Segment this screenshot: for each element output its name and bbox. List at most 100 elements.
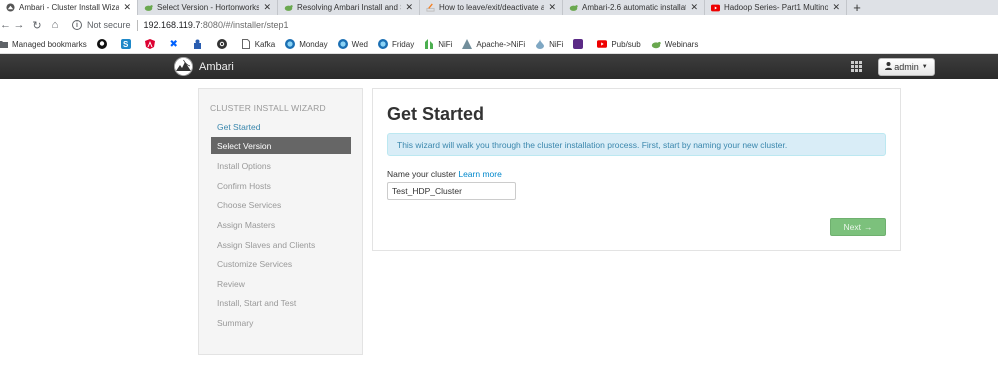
bookmark-label: Monday <box>299 39 328 49</box>
hortonworks-icon <box>569 3 578 12</box>
brand[interactable]: Ambari <box>174 57 234 76</box>
bookmark-friday[interactable]: Friday <box>377 39 414 49</box>
url-field[interactable]: 192.168.119.7:8080/#/installer/step1 <box>144 20 289 30</box>
browser-tab-stackoverflow[interactable]: How to leave/exit/deactivate a p ✕ <box>420 0 563 15</box>
reload-icon[interactable]: ↻ <box>28 15 46 35</box>
ambari-navbar: Ambari admin ▼ <box>0 54 998 79</box>
info-alert: This wizard will walk you through the cl… <box>387 133 886 156</box>
step-review: Review <box>217 278 245 289</box>
forward-arrow-icon[interactable]: → <box>10 15 28 35</box>
home-icon[interactable]: ⌂ <box>46 15 64 35</box>
close-icon[interactable]: ✕ <box>123 2 131 13</box>
browser-tab-select-version[interactable]: Select Version - Hortonworks Da ✕ <box>138 0 278 15</box>
step-summary: Summary <box>217 317 254 328</box>
wizard-title: CLUSTER INSTALL WIZARD <box>210 103 326 113</box>
admin-label: admin <box>894 62 919 72</box>
admin-menu-button[interactable]: admin ▼ <box>878 58 935 76</box>
new-tab-button[interactable]: + <box>847 0 867 15</box>
back-arrow-icon[interactable]: ← <box>0 15 11 35</box>
folder-icon <box>0 39 8 49</box>
divider <box>136 19 138 31</box>
bookmark-pubsub[interactable]: Pub/sub <box>597 39 641 49</box>
stackoverflow-icon <box>426 3 435 12</box>
step-assign-masters: Assign Masters <box>217 219 276 230</box>
purple-icon <box>573 39 584 49</box>
bookmark-skype[interactable]: S <box>120 39 135 49</box>
hortonworks-icon <box>651 39 661 49</box>
ambari-logo-icon <box>174 57 193 76</box>
close-icon[interactable]: ✕ <box>405 2 413 13</box>
camera-icon <box>216 39 227 49</box>
tab-title: Ambari-2.6 automatic installati <box>582 3 687 12</box>
globe-icon <box>285 39 296 49</box>
github-icon <box>96 39 107 49</box>
nifi-icon <box>424 39 434 49</box>
bookmark-puzzle[interactable] <box>193 39 207 49</box>
next-button[interactable]: Next → <box>830 218 886 236</box>
page-icon <box>241 39 251 49</box>
close-icon[interactable]: ✕ <box>832 2 840 13</box>
step-choose-services: Choose Services <box>217 199 282 210</box>
bookmark-label: Pub/sub <box>611 39 641 49</box>
angular-icon <box>144 39 155 49</box>
nifi-icon <box>462 39 473 49</box>
step-confirm-hosts: Confirm Hosts <box>217 180 271 191</box>
bookmark-apache-nifi[interactable]: Apache->NiFi <box>462 39 525 49</box>
close-icon[interactable]: ✕ <box>548 2 556 13</box>
globe-icon <box>377 39 388 49</box>
url-host: 192.168.119.7 <box>143 20 201 30</box>
step-select-version[interactable]: Select Version <box>211 137 351 154</box>
next-label: Next <box>843 222 861 232</box>
bookmark-label: Kafka <box>254 39 276 49</box>
cluster-name-input[interactable] <box>387 182 516 200</box>
learn-more-link[interactable]: Learn more <box>458 169 501 179</box>
browser-tab-ambari-automatic[interactable]: Ambari-2.6 automatic installati ✕ <box>563 0 705 15</box>
bookmark-label: Webinars <box>664 39 699 49</box>
bookmark-label: NiFi <box>438 39 453 49</box>
cluster-name-label-text: Name your cluster <box>387 169 456 179</box>
bookmark-dropbox[interactable]: ✖ <box>169 38 183 50</box>
caret-down-icon: ▼ <box>921 64 928 70</box>
bookmark-nifi-2[interactable]: NiFi <box>535 39 563 49</box>
bookmark-label: Apache->NiFi <box>476 39 526 49</box>
bookmark-monday[interactable]: Monday <box>285 39 328 49</box>
browser-tab-ambari[interactable]: Ambari - Cluster Install Wizard ✕ <box>0 0 138 15</box>
wizard-sidebar: CLUSTER INSTALL WIZARD Get Started Selec… <box>198 88 363 355</box>
bookmark-purple[interactable] <box>573 39 587 49</box>
security-label: Not secure <box>87 20 131 30</box>
step-get-started[interactable]: Get Started <box>211 118 351 135</box>
bookmark-wed[interactable]: Wed <box>337 39 368 49</box>
puzzle-icon <box>193 39 203 49</box>
address-bar: ← → ↻ ⌂ i Not secure 192.168.119.7:8080/… <box>0 15 998 35</box>
info-icon: i <box>72 20 82 30</box>
nifi-drop-icon <box>535 39 545 49</box>
browser-tab-resolving-ambari[interactable]: Resolving Ambari Install and Set ✕ <box>278 0 420 15</box>
bookmark-webinars[interactable]: Webinars <box>651 39 699 49</box>
bookmark-nifi[interactable]: NiFi <box>424 39 452 49</box>
bookmark-github[interactable] <box>96 39 111 49</box>
browser-tab-hadoop-series[interactable]: Hadoop Series- Part1 Multinode ✕ <box>705 0 847 15</box>
views-grid-icon[interactable] <box>851 61 862 72</box>
bookmarks-bar: Managed bookmarks S ✖ Kafka Monday Wed F… <box>0 35 998 54</box>
globe-icon <box>337 39 348 49</box>
bookmark-kafka[interactable]: Kafka <box>241 39 275 49</box>
bookmark-managed[interactable]: Managed bookmarks <box>0 39 87 49</box>
site-info[interactable]: i Not secure <box>72 20 131 30</box>
close-icon[interactable]: ✕ <box>263 2 271 13</box>
bookmark-angular[interactable] <box>144 39 159 49</box>
tab-title: Resolving Ambari Install and Set <box>297 3 402 12</box>
cluster-name-label: Name your cluster Learn more <box>387 169 502 179</box>
step-install-options: Install Options <box>217 160 271 171</box>
bookmark-label: Wed <box>351 39 368 49</box>
hortonworks-icon <box>284 3 293 12</box>
bookmark-label: NiFi <box>549 39 564 49</box>
brand-name: Ambari <box>199 60 234 73</box>
bookmark-camera[interactable] <box>216 39 231 49</box>
close-icon[interactable]: ✕ <box>690 2 698 13</box>
youtube-icon <box>597 39 608 49</box>
user-icon <box>885 62 893 72</box>
dropbox-icon: ✖ <box>169 38 178 50</box>
skype-icon: S <box>120 39 131 49</box>
tab-title: Ambari - Cluster Install Wizard <box>19 3 120 12</box>
step-customize-services: Customize Services <box>217 258 293 269</box>
